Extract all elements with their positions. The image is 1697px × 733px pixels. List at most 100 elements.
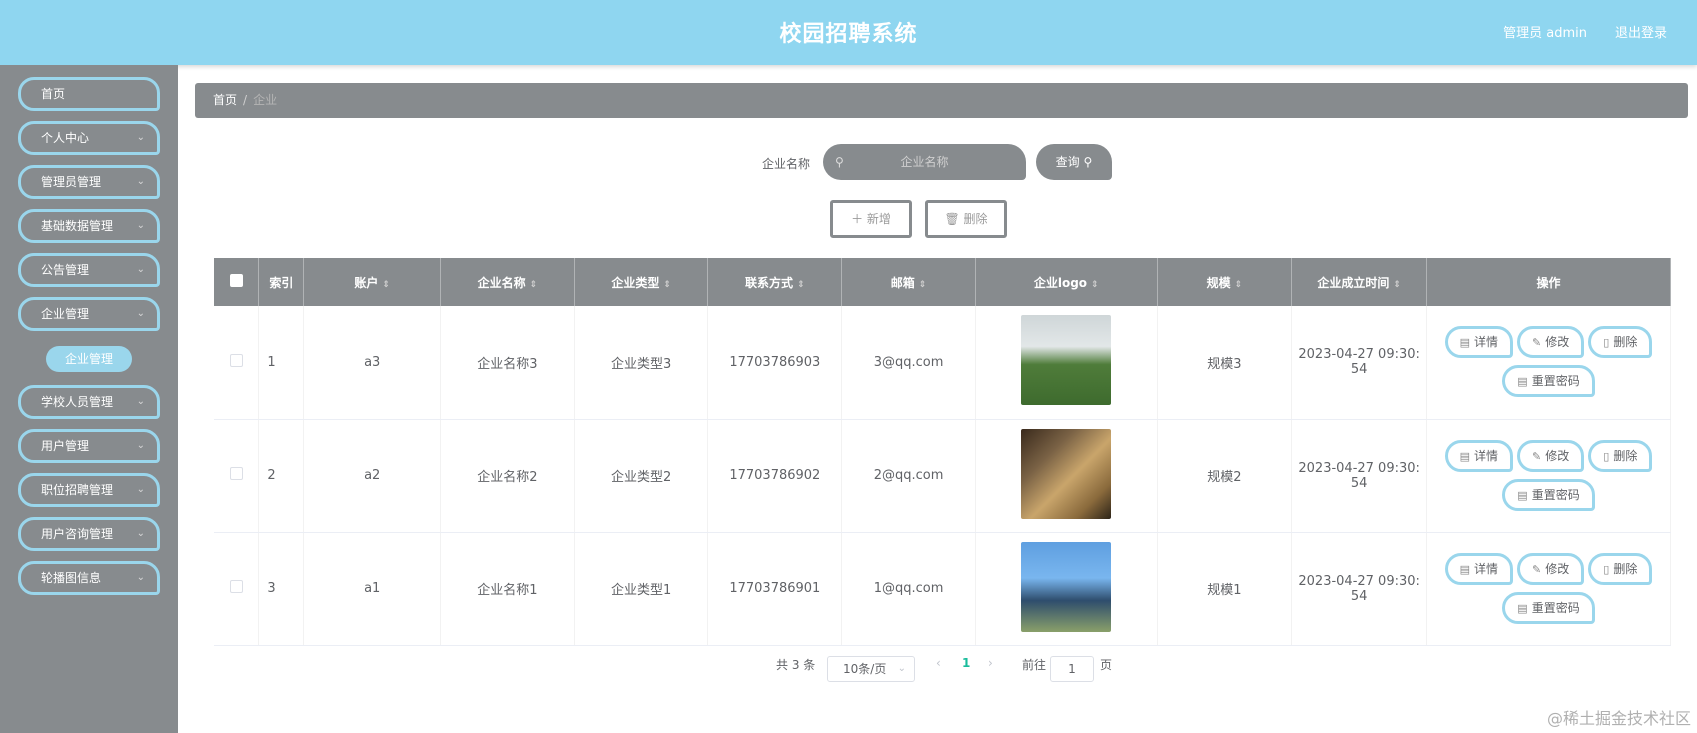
- cell-account: a2: [303, 419, 442, 533]
- sidebar-item-admins[interactable]: 管理员管理 ⌄: [18, 165, 160, 199]
- prev-page-button[interactable]: ‹: [936, 656, 941, 670]
- sidebar: 首页 个人中心 ⌄ 管理员管理 ⌄ 基础数据管理 ⌄ 公告管理 ⌄ 企业管理 ⌄ 企业管理…: [0, 65, 178, 733]
- search-input[interactable]: ⚲ 企业名称: [823, 144, 1026, 180]
- column-header: 索引: [258, 258, 305, 306]
- delete-button[interactable]: ▯ 删除: [1588, 326, 1653, 359]
- cell-index: 2: [258, 419, 305, 533]
- column-header[interactable]: 企业成立时间 ⇕: [1291, 258, 1427, 306]
- sidebar-item-jobs[interactable]: 职位招聘管理 ⌄: [18, 473, 160, 507]
- sidebar-item-profile[interactable]: 个人中心 ⌄: [18, 121, 160, 155]
- column-header[interactable]: 规模 ⇕: [1157, 258, 1293, 306]
- cell-name: 企业名称2: [440, 419, 575, 533]
- breadcrumb: 首页 / 企业: [195, 83, 1688, 118]
- sidebar-item-school-staff[interactable]: 学校人员管理 ⌄: [18, 385, 160, 419]
- delete-button[interactable]: ▯ 删除: [1588, 552, 1653, 585]
- add-button[interactable]: ＋ 新增: [830, 200, 912, 238]
- sidebar-item-label: 用户管理: [41, 439, 90, 453]
- sort-icon[interactable]: ⇕: [1235, 280, 1243, 290]
- sort-icon[interactable]: ⇕: [797, 280, 805, 290]
- column-header[interactable]: 账户 ⇕: [303, 258, 442, 306]
- row-checkbox[interactable]: [229, 467, 243, 480]
- cell-time: 2023-04-27 09:30: 54: [1291, 532, 1427, 646]
- delete-button[interactable]: ▯ 删除: [1588, 439, 1653, 472]
- cell-actions: ▤ 详情 ✎ 修改 ▯ 删除 ▤ 重置密码: [1426, 532, 1671, 646]
- sidebar-item-users[interactable]: 用户管理 ⌄: [18, 429, 160, 463]
- column-header[interactable]: 邮箱 ⇕: [841, 258, 976, 306]
- sidebar-item-home[interactable]: 首页: [18, 77, 160, 111]
- column-header[interactable]: 企业类型 ⇕: [574, 258, 709, 306]
- edit-button[interactable]: ✎ 修改: [1517, 326, 1585, 359]
- company-logo-image[interactable]: [1021, 541, 1112, 632]
- cell-actions: ▤ 详情 ✎ 修改 ▯ 删除 ▤ 重置密码: [1426, 419, 1671, 533]
- reset-password-button[interactable]: ▤ 重置密码: [1502, 365, 1595, 398]
- company-logo-image[interactable]: [1021, 428, 1112, 519]
- edit-button[interactable]: ✎ 修改: [1517, 552, 1585, 585]
- sort-icon[interactable]: ⇕: [530, 280, 538, 290]
- chevron-down-icon: ⌄: [136, 308, 145, 319]
- edit-button[interactable]: ✎ 修改: [1517, 439, 1585, 472]
- trash-icon: ▯: [1603, 336, 1610, 350]
- cell-name: 企业名称3: [440, 306, 575, 420]
- trash-icon: 🗑: [944, 212, 960, 226]
- cell-type: 企业类型1: [574, 532, 709, 646]
- sidebar-item-notices[interactable]: 公告管理 ⌄: [18, 253, 160, 287]
- cell-scale: 规模2: [1157, 419, 1293, 533]
- sidebar-item-carousel[interactable]: 轮播图信息 ⌄: [18, 561, 160, 595]
- sidebar-item-label: 用户咨询管理: [41, 527, 114, 541]
- sort-icon[interactable]: ⇕: [1393, 280, 1401, 290]
- sidebar-item-consult[interactable]: 用户咨询管理 ⌄: [18, 517, 160, 551]
- document-icon: ▤: [1517, 375, 1528, 389]
- search-icon: ⚲: [1083, 155, 1093, 169]
- cell-phone: 17703786902: [707, 419, 843, 533]
- sidebar-item-label: 企业管理: [41, 307, 90, 321]
- sidebar-item-label: 个人中心: [41, 131, 90, 145]
- next-page-button[interactable]: ›: [988, 656, 993, 670]
- batch-delete-button[interactable]: 🗑 删除: [925, 200, 1007, 238]
- row-checkbox[interactable]: [229, 353, 243, 367]
- sort-icon[interactable]: ⇕: [382, 280, 390, 290]
- batch-delete-button-label: 删除: [963, 212, 988, 226]
- sidebar-item-label: 学校人员管理: [41, 395, 114, 409]
- detail-button[interactable]: ▤ 详情: [1444, 552, 1514, 585]
- page-size-select[interactable]: 10条/页 ⌄: [827, 656, 915, 682]
- table-row: 1 a3 企业名称3 企业类型3 17703786903 3@qq.com 规模…: [214, 306, 1671, 420]
- page-number-current[interactable]: 1: [962, 656, 970, 670]
- company-logo-image[interactable]: [1021, 315, 1112, 406]
- sidebar-item-label: 首页: [41, 87, 66, 101]
- chevron-down-icon: ⌄: [136, 484, 145, 495]
- edit-icon: ✎: [1532, 562, 1542, 576]
- top-header: 校园招聘系统 管理员 admin 退出登录: [0, 0, 1697, 65]
- query-button-label: 查询: [1055, 155, 1080, 169]
- chevron-down-icon: ⌄: [136, 440, 145, 451]
- sidebar-item-companies[interactable]: 企业管理 ⌄: [18, 297, 160, 331]
- breadcrumb-home[interactable]: 首页: [213, 93, 237, 107]
- cell-type: 企业类型2: [574, 419, 709, 533]
- sidebar-item-label: 轮播图信息: [41, 571, 102, 585]
- detail-button[interactable]: ▤ 详情: [1444, 439, 1514, 472]
- column-header[interactable]: 企业logo ⇕: [975, 258, 1158, 306]
- logout-link[interactable]: 退出登录: [1615, 22, 1667, 41]
- select-all-cell[interactable]: [214, 258, 260, 306]
- sidebar-item-label: 基础数据管理: [41, 219, 114, 233]
- column-header[interactable]: 企业名称 ⇕: [440, 258, 575, 306]
- cell-logo: [975, 306, 1158, 420]
- sort-icon[interactable]: ⇕: [663, 280, 671, 290]
- detail-button[interactable]: ▤ 详情: [1444, 326, 1514, 359]
- trash-icon: ▯: [1603, 449, 1610, 463]
- sort-icon[interactable]: ⇕: [1091, 280, 1099, 290]
- reset-password-button[interactable]: ▤ 重置密码: [1502, 478, 1595, 511]
- cell-actions: ▤ 详情 ✎ 修改 ▯ 删除 ▤ 重置密码: [1426, 306, 1671, 420]
- sort-icon[interactable]: ⇕: [919, 280, 927, 290]
- sidebar-subitem-company-manage[interactable]: 企业管理: [46, 346, 132, 372]
- table-header-row: 索引 账户 ⇕ 企业名称 ⇕ 企业类型 ⇕ 联系方式 ⇕ 邮箱 ⇕ 企业logo ⇕ 规模 ⇕…: [214, 258, 1671, 306]
- select-all-checkbox[interactable]: [229, 274, 243, 287]
- reset-password-button[interactable]: ▤ 重置密码: [1502, 591, 1595, 624]
- query-button[interactable]: 查询 ⚲: [1036, 144, 1112, 180]
- column-header[interactable]: 联系方式 ⇕: [707, 258, 843, 306]
- sidebar-item-basic-data[interactable]: 基础数据管理 ⌄: [18, 209, 160, 243]
- cell-scale: 规模3: [1157, 306, 1293, 420]
- goto-page-input[interactable]: 1: [1050, 656, 1094, 682]
- document-icon: ▤: [1459, 336, 1471, 350]
- chevron-down-icon: ⌄: [136, 176, 145, 187]
- row-checkbox[interactable]: [229, 580, 243, 593]
